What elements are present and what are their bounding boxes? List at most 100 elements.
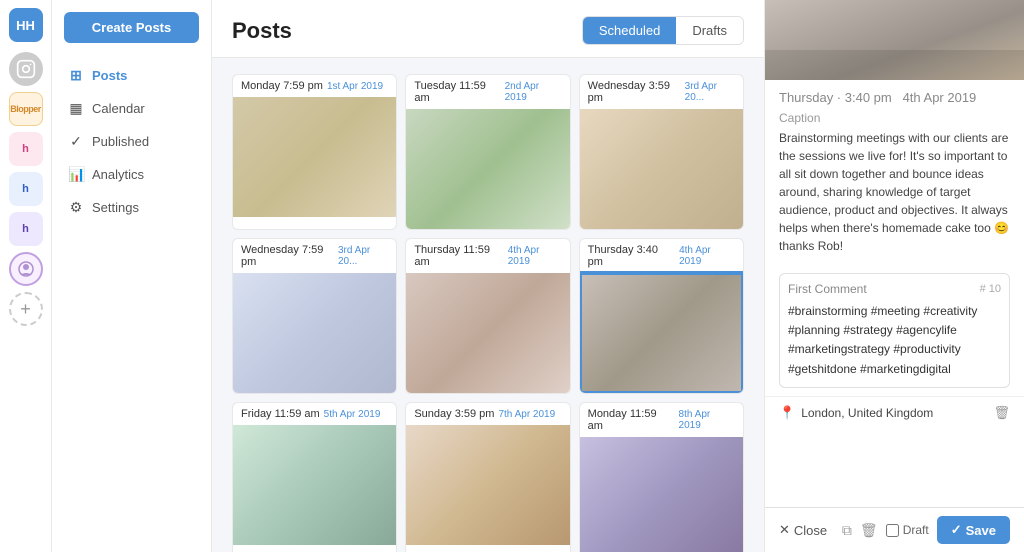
- post-day: Sunday 3:59 pm: [414, 408, 494, 420]
- panel-location: 📍 London, United Kingdom 🗑: [765, 396, 1024, 429]
- sidebar: Create Posts ⊞ Posts ▦ Calendar ✓ Publis…: [52, 0, 212, 552]
- panel-preview-image: [765, 0, 1024, 80]
- account-badge-h-blue[interactable]: h: [9, 172, 43, 206]
- main-header: Posts Scheduled Drafts: [212, 0, 764, 58]
- comment-text: #brainstorming #meeting #creativity #pla…: [788, 302, 1001, 379]
- delete-button[interactable]: 🗑: [860, 522, 878, 539]
- post-image: [580, 109, 743, 229]
- app-logo[interactable]: HH: [9, 8, 43, 42]
- post-card[interactable]: Sunday 3:59 pm 7th Apr 2019: [405, 402, 570, 552]
- panel-caption-section: Caption Brainstorming meetings with our …: [765, 111, 1024, 265]
- account-avatar-instagram[interactable]: [9, 52, 43, 86]
- panel-footer: ✕ Close ⧉ 🗑 Draft ✓ Save: [765, 507, 1024, 552]
- close-x-icon: ✕: [779, 522, 790, 538]
- post-card-header: Monday 7:59 pm 1st Apr 2019: [233, 75, 396, 97]
- copy-button[interactable]: ⧉: [842, 522, 852, 539]
- post-card-header: Tuesday 11:59 am 2nd Apr 2019: [406, 75, 569, 109]
- post-image: [580, 437, 743, 552]
- draft-label: Draft: [903, 523, 929, 537]
- panel-comment-box: First Comment # 10 #brainstorming #meeti…: [779, 273, 1010, 388]
- sidebar-label-settings: Settings: [92, 200, 139, 215]
- draft-checkbox-input[interactable]: [886, 524, 899, 537]
- sidebar-item-analytics[interactable]: 📊 Analytics: [52, 158, 211, 191]
- tab-scheduled[interactable]: Scheduled: [583, 17, 676, 44]
- footer-actions: ⧉ 🗑 Draft ✓ Save: [842, 516, 1010, 544]
- post-date: 2nd Apr 2019: [505, 81, 562, 103]
- account-badge-circle[interactable]: [9, 252, 43, 286]
- post-date: 1st Apr 2019: [327, 81, 383, 92]
- post-card[interactable]: Tuesday 11:59 am 2nd Apr 2019: [405, 74, 570, 230]
- sidebar-item-published[interactable]: ✓ Published: [52, 125, 211, 158]
- post-date: 3rd Apr 20...: [338, 245, 388, 267]
- post-image: [406, 273, 569, 393]
- calendar-icon: ▦: [68, 100, 84, 117]
- post-day: Thursday 11:59 am: [414, 244, 503, 268]
- post-card[interactable]: Wednesday 3:59 pm 3rd Apr 20...: [579, 74, 744, 230]
- post-date: 3rd Apr 20...: [685, 81, 735, 103]
- post-card-header: Wednesday 7:59 pm 3rd Apr 20...: [233, 239, 396, 273]
- location-pin-icon: 📍: [779, 405, 795, 421]
- post-image: [233, 273, 396, 393]
- post-card[interactable]: Wednesday 7:59 pm 3rd Apr 20...: [232, 238, 397, 394]
- sidebar-item-settings[interactable]: ⚙ Settings: [52, 191, 211, 224]
- save-button[interactable]: ✓ Save: [937, 516, 1010, 544]
- save-label: Save: [966, 523, 996, 538]
- caption-text: Brainstorming meetings with our clients …: [779, 129, 1010, 255]
- post-day: Monday 11:59 am: [588, 408, 675, 432]
- post-card-header: Wednesday 3:59 pm 3rd Apr 20...: [580, 75, 743, 109]
- comment-label: First Comment: [788, 282, 867, 296]
- sidebar-label-analytics: Analytics: [92, 167, 144, 182]
- panel-time: Thursday · 3:40 pm: [779, 90, 892, 105]
- sidebar-label-posts: Posts: [92, 68, 127, 83]
- caption-label: Caption: [779, 111, 1010, 125]
- post-date: 5th Apr 2019: [324, 409, 381, 420]
- sidebar-item-calendar[interactable]: ▦ Calendar: [52, 92, 211, 125]
- save-check-icon: ✓: [951, 522, 962, 538]
- account-badge-blopper[interactable]: Blopper: [9, 92, 43, 126]
- analytics-icon: 📊: [68, 166, 84, 183]
- post-card-header: Friday 11:59 am 5th Apr 2019: [233, 403, 396, 425]
- location-text: London, United Kingdom: [801, 406, 933, 420]
- post-card-header: Thursday 3:40 pm 4th Apr 2019: [580, 239, 743, 273]
- draft-checkbox[interactable]: Draft: [886, 523, 929, 537]
- posts-icon: ⊞: [68, 67, 84, 84]
- post-date: 7th Apr 2019: [498, 409, 555, 420]
- sidebar-item-posts[interactable]: ⊞ Posts: [52, 59, 211, 92]
- posts-grid: Monday 7:59 pm 1st Apr 2019 Tuesday 11:5…: [212, 58, 764, 552]
- post-card[interactable]: Thursday 11:59 am 4th Apr 2019: [405, 238, 570, 394]
- add-account-button[interactable]: +: [9, 292, 43, 326]
- sidebar-nav: ⊞ Posts ▦ Calendar ✓ Published 📊 Analyti…: [52, 59, 211, 224]
- location-delete-button[interactable]: 🗑: [993, 405, 1010, 421]
- right-panel: Thursday · 3:40 pm 4th Apr 2019 Caption …: [764, 0, 1024, 552]
- post-image: [406, 109, 569, 229]
- posts-grid-inner: Monday 7:59 pm 1st Apr 2019 Tuesday 11:5…: [232, 74, 744, 552]
- post-card-header: Monday 11:59 am 8th Apr 2019: [580, 403, 743, 437]
- page-title: Posts: [232, 18, 292, 44]
- post-image: [406, 425, 569, 545]
- panel-date: 4th Apr 2019: [903, 90, 977, 105]
- tab-drafts[interactable]: Drafts: [676, 17, 743, 44]
- post-card[interactable]: Friday 11:59 am 5th Apr 2019: [232, 402, 397, 552]
- comment-header: First Comment # 10: [788, 282, 1001, 296]
- post-image: [233, 425, 396, 545]
- published-icon: ✓: [68, 133, 84, 150]
- post-day: Thursday 3:40 pm: [588, 244, 675, 268]
- account-badge-h-purple[interactable]: h: [9, 212, 43, 246]
- post-image: [580, 273, 743, 393]
- sidebar-label-calendar: Calendar: [92, 101, 145, 116]
- close-button[interactable]: ✕ Close: [779, 522, 827, 538]
- post-card[interactable]: Thursday 3:40 pm 4th Apr 2019: [579, 238, 744, 394]
- main-content: Posts Scheduled Drafts Monday 7:59 pm 1s…: [212, 0, 764, 552]
- create-posts-button[interactable]: Create Posts: [64, 12, 199, 43]
- account-badge-h-pink[interactable]: h: [9, 132, 43, 166]
- post-card-header: Sunday 3:59 pm 7th Apr 2019: [406, 403, 569, 425]
- post-day: Wednesday 7:59 pm: [241, 244, 334, 268]
- post-card-header: Thursday 11:59 am 4th Apr 2019: [406, 239, 569, 273]
- post-card[interactable]: Monday 11:59 am 8th Apr 2019: [579, 402, 744, 552]
- close-label: Close: [794, 523, 827, 538]
- settings-icon: ⚙: [68, 199, 84, 216]
- post-date: 4th Apr 2019: [679, 245, 735, 267]
- post-card[interactable]: Monday 7:59 pm 1st Apr 2019: [232, 74, 397, 230]
- icon-bar: HH Blopper h h h +: [0, 0, 52, 552]
- post-day: Friday 11:59 am: [241, 408, 320, 420]
